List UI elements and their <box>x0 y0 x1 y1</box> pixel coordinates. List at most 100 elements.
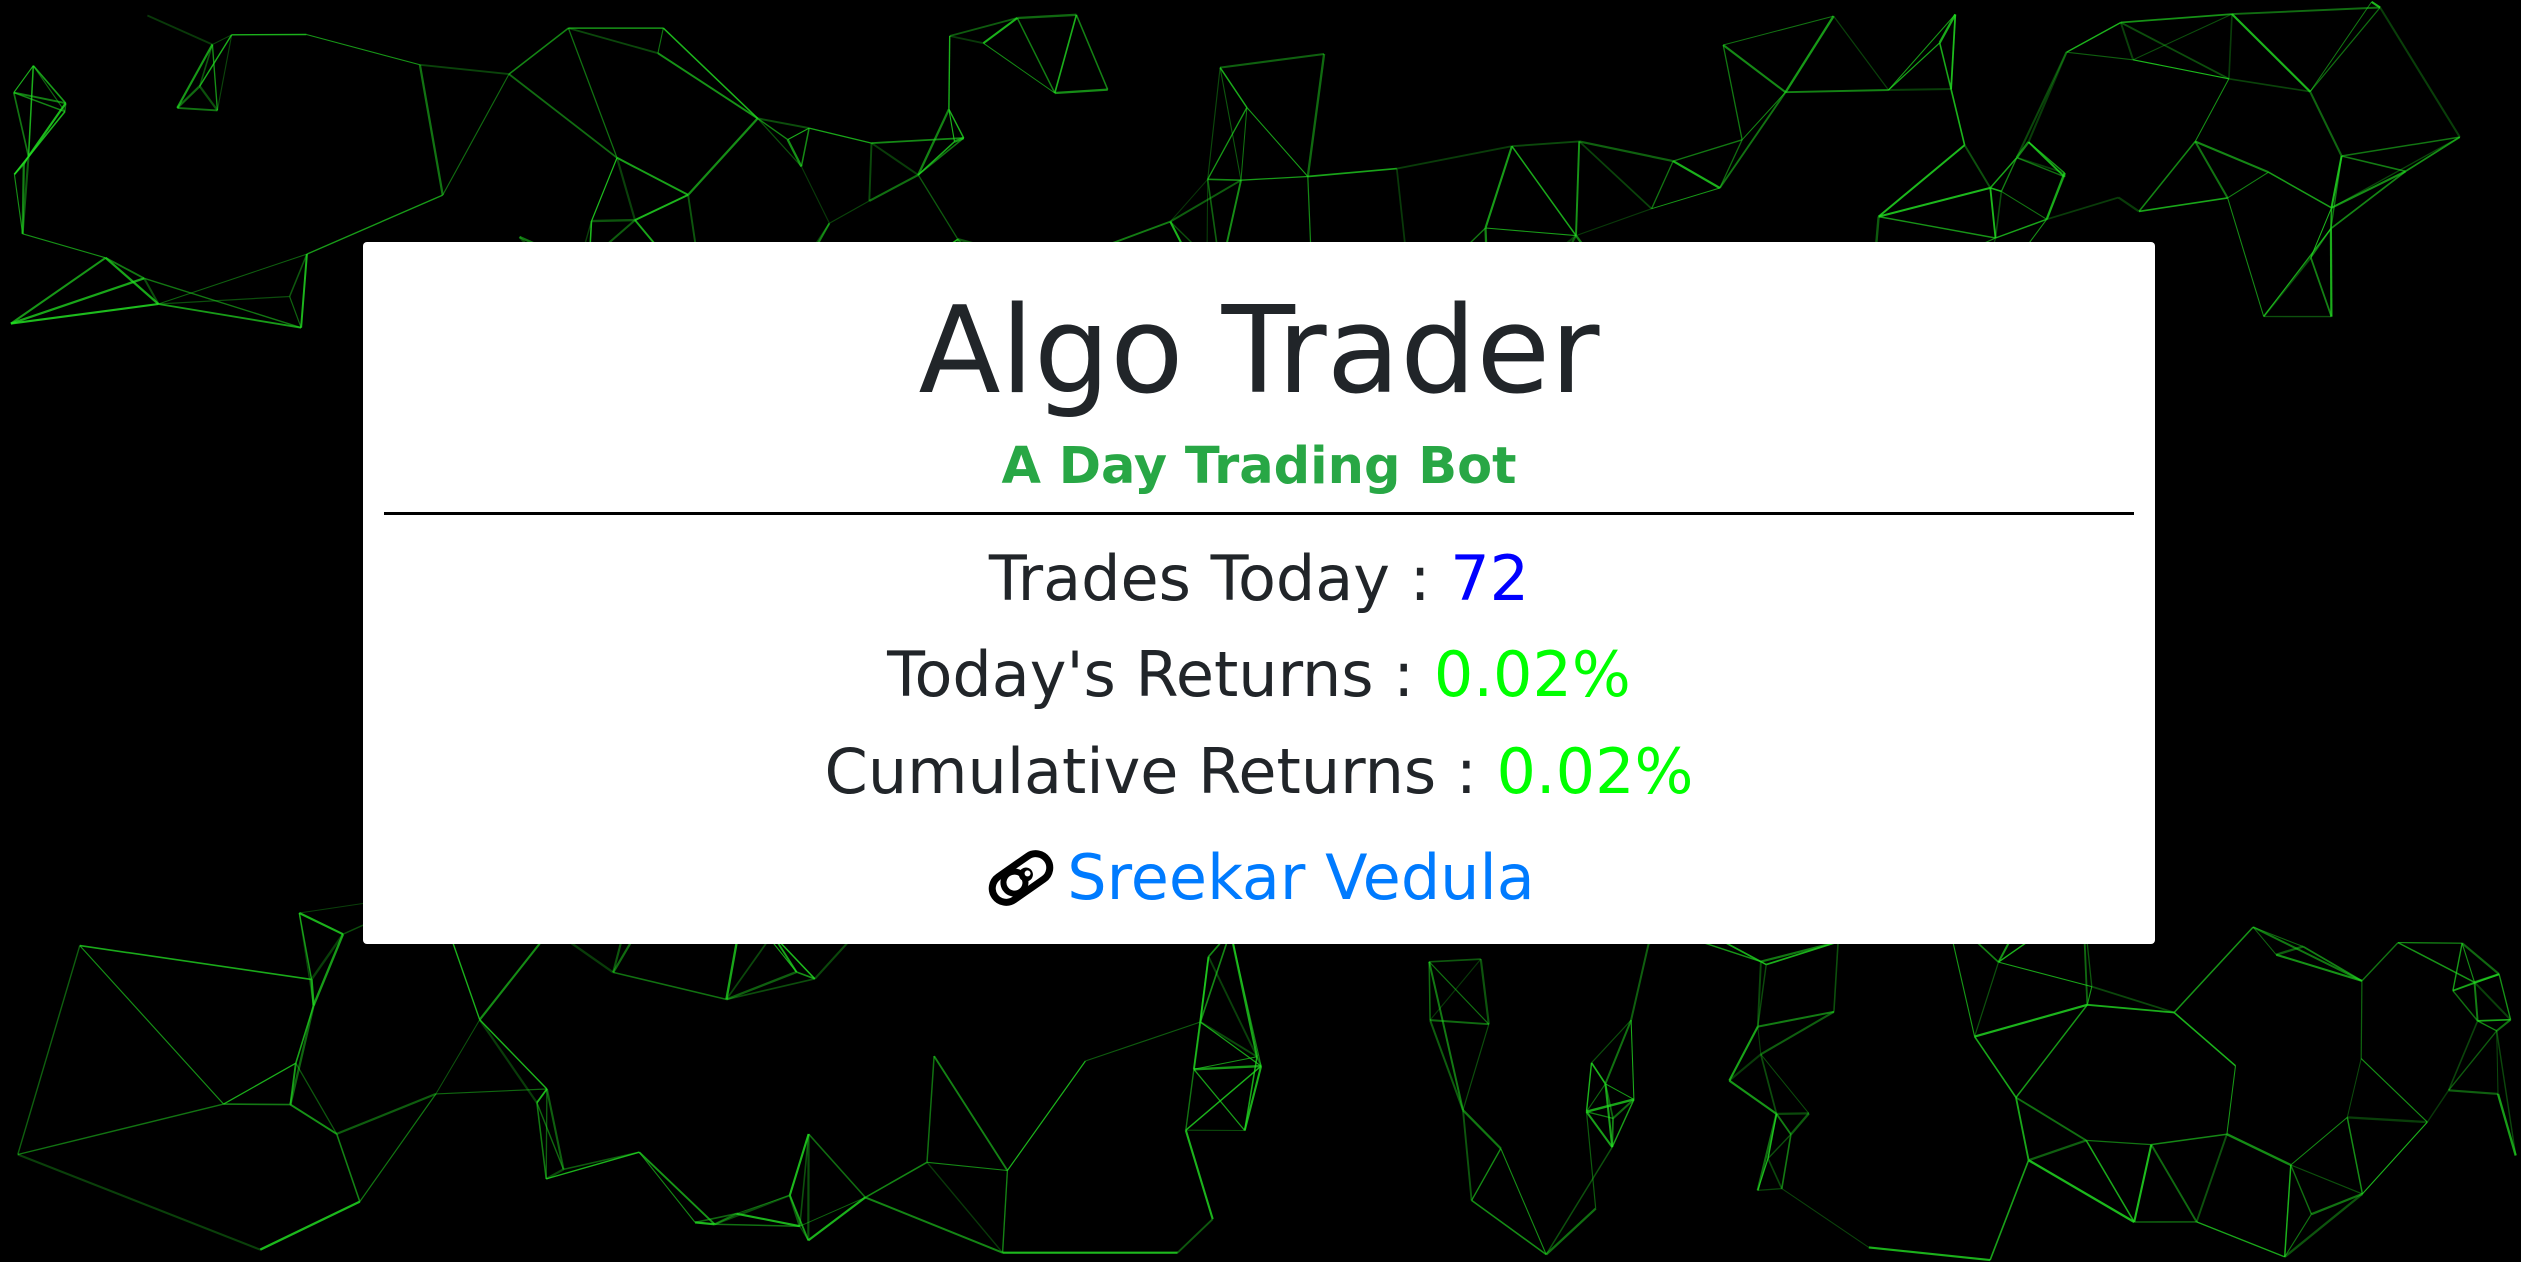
network-line <box>917 174 959 240</box>
network-line <box>1974 961 2000 1037</box>
network-line <box>917 108 950 176</box>
network-line <box>1219 52 1325 69</box>
network-line <box>147 14 213 46</box>
network-line <box>2309 1 2373 92</box>
network-line <box>2173 1011 2237 1067</box>
network-line <box>1462 1024 1490 1111</box>
network-line <box>27 65 35 157</box>
network-line <box>177 106 218 112</box>
network-line <box>1741 91 1786 141</box>
network-line <box>1169 179 1242 223</box>
network-line <box>1185 1069 1195 1131</box>
network-line <box>2196 1221 2285 1258</box>
network-line <box>1575 208 1652 237</box>
network-line <box>2329 228 2333 317</box>
network-line <box>1888 87 1952 92</box>
network-line <box>2346 1058 2362 1118</box>
network-line <box>1578 140 1653 210</box>
network-line <box>508 27 569 75</box>
network-line <box>2309 91 2343 157</box>
network-line <box>2085 1140 2135 1223</box>
network-line <box>12 92 30 157</box>
cumulative-returns-label: Cumulative Returns : <box>824 735 1497 808</box>
network-line <box>1184 1129 1214 1220</box>
network-line <box>2086 986 2093 1005</box>
todays-returns-stat: Today's Returns : 0.02% <box>363 638 2155 712</box>
network-line <box>1462 1110 1473 1201</box>
network-line <box>2227 171 2269 199</box>
network-line <box>2000 157 2018 192</box>
network-line <box>1169 178 1209 222</box>
network-line <box>32 65 66 112</box>
network-line <box>2252 926 2363 982</box>
network-line <box>2015 1097 2030 1161</box>
network-line <box>2120 21 2230 80</box>
network-line <box>17 945 81 1155</box>
network-line <box>79 945 225 1105</box>
network-line <box>736 1194 790 1215</box>
network-line <box>1878 215 1996 239</box>
network-line <box>2452 943 2463 991</box>
cumulative-returns-value: 0.02% <box>1496 735 1694 808</box>
network-line <box>1430 1019 1489 1026</box>
network-line <box>1728 1026 1759 1082</box>
network-line <box>2347 1116 2428 1124</box>
network-line <box>1938 13 1957 44</box>
network-line <box>1785 89 1889 94</box>
network-line <box>2474 973 2500 984</box>
network-line <box>2360 1058 2428 1123</box>
network-line <box>13 65 34 93</box>
network-line <box>1229 931 1262 1067</box>
network-line <box>1176 1218 1214 1254</box>
network-line <box>289 1005 315 1105</box>
network-line <box>1001 1170 1009 1253</box>
network-line <box>1781 1188 1870 1248</box>
network-line <box>418 64 444 196</box>
network-line <box>1193 1064 1262 1071</box>
network-line <box>1428 961 1464 1111</box>
network-line <box>536 1088 548 1104</box>
network-line <box>1611 1099 1635 1148</box>
author-link[interactable]: Sreekar Vedula <box>363 838 2155 918</box>
network-line <box>1973 1036 2017 1098</box>
network-line <box>2283 1192 2364 1258</box>
network-line <box>2448 1089 2499 1095</box>
network-line <box>1868 1246 1991 1262</box>
network-line <box>1719 139 1743 189</box>
network-line <box>2426 1089 2450 1123</box>
network-line <box>1484 145 1513 229</box>
network-line <box>638 1151 696 1223</box>
network-line <box>2194 140 2229 199</box>
network-line <box>634 194 689 221</box>
network-line <box>1722 44 1787 94</box>
network-line <box>336 1092 437 1135</box>
network-line <box>1888 14 1956 91</box>
network-line <box>259 1200 361 1251</box>
network-line <box>800 127 810 167</box>
network-line <box>198 85 219 112</box>
network-line <box>868 173 919 202</box>
network-line <box>1585 1111 1597 1209</box>
network-line <box>2028 1139 2087 1162</box>
network-line <box>17 1153 261 1251</box>
todays-returns-label: Today's Returns : <box>887 638 1434 711</box>
network-line <box>2477 1020 2498 1032</box>
network-line <box>868 143 873 201</box>
network-line <box>2448 1030 2498 1091</box>
network-line <box>2194 78 2230 142</box>
network-line <box>1590 1062 1607 1085</box>
network-line <box>2452 990 2479 1022</box>
network-line <box>2361 1121 2428 1195</box>
network-line <box>1989 187 1997 239</box>
network-line <box>2015 51 2068 159</box>
network-line <box>1307 167 1397 178</box>
network-line <box>2309 257 2333 317</box>
network-line <box>435 1019 481 1095</box>
network-line <box>1207 67 1221 180</box>
network-line <box>591 218 636 223</box>
network-line <box>638 1151 716 1225</box>
network-line <box>295 1062 338 1135</box>
network-line <box>2117 196 2140 213</box>
network-line <box>2086 1139 2152 1146</box>
network-line <box>613 971 727 1001</box>
